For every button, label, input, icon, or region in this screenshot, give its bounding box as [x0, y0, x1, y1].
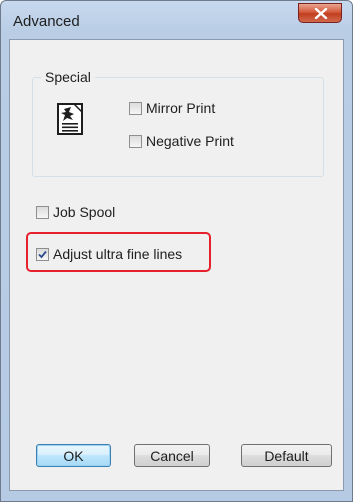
negative-print-box[interactable]: [129, 134, 142, 148]
mirror-print-box[interactable]: [129, 101, 142, 115]
mirror-print-checkbox[interactable]: Mirror Print: [129, 100, 215, 116]
cancel-button[interactable]: Cancel: [134, 444, 210, 467]
adjust-lines-box[interactable]: [36, 247, 49, 261]
job-spool-box[interactable]: [36, 205, 49, 219]
title-bar[interactable]: Advanced: [1, 1, 352, 39]
job-spool-checkbox[interactable]: Job Spool: [36, 204, 115, 220]
printer-document-icon: [57, 103, 83, 135]
close-button[interactable]: [298, 3, 342, 23]
advanced-dialog: Advanced Special Mirror Print Negative P…: [0, 0, 353, 502]
job-spool-label: Job Spool: [53, 204, 116, 220]
default-button[interactable]: Default: [241, 444, 332, 467]
special-groupbox: Special Mirror Print Negative Print: [32, 69, 324, 177]
dialog-body: Special Mirror Print Negative Print Job …: [9, 39, 344, 491]
checkmark-icon: [38, 250, 47, 258]
negative-print-label: Negative Print: [146, 133, 234, 149]
mirror-print-label: Mirror Print: [146, 100, 216, 116]
negative-print-checkbox[interactable]: Negative Print: [129, 133, 234, 149]
window-title: Advanced: [13, 13, 80, 30]
special-group-label: Special: [41, 69, 95, 85]
adjust-lines-checkbox[interactable]: Adjust ultra fine lines: [36, 246, 182, 262]
ok-button[interactable]: OK: [36, 444, 111, 467]
close-icon: [314, 8, 328, 19]
adjust-lines-label: Adjust ultra fine lines: [53, 246, 183, 262]
